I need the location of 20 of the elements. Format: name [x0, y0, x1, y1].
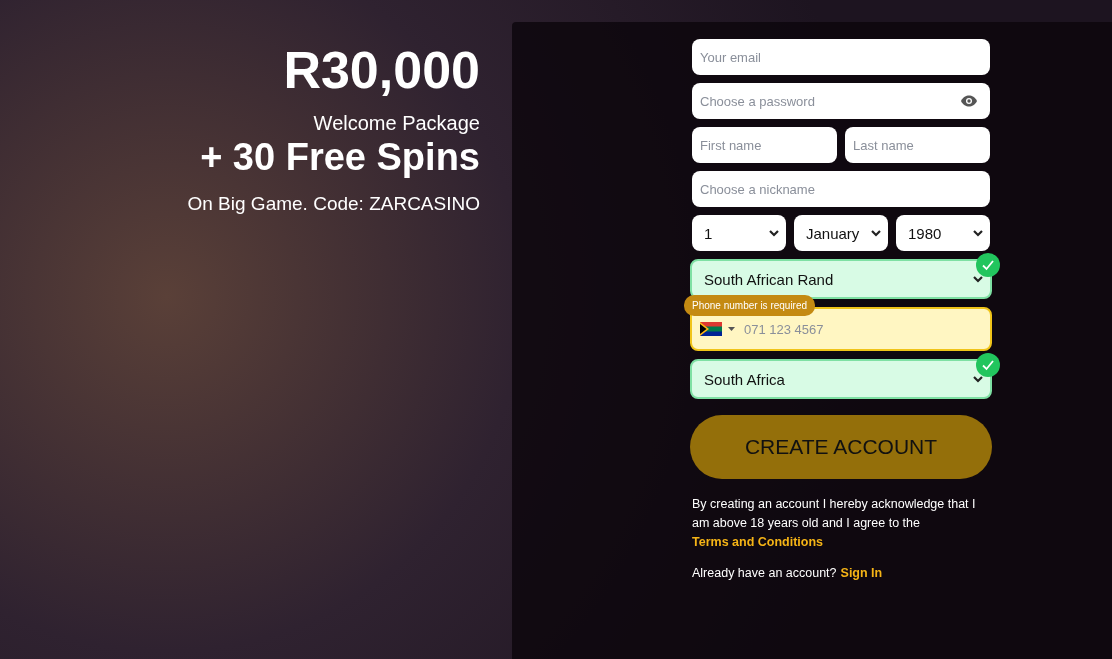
select-field[interactable]: South Africa: [690, 359, 992, 399]
terms-link[interactable]: Terms and Conditions: [692, 535, 824, 549]
input-field[interactable]: Last name: [845, 127, 990, 163]
promo-subtitle: Welcome Package: [313, 112, 480, 135]
signin-prompt: Already have an account?: [692, 566, 837, 580]
select-field[interactable]: South African Rand: [690, 259, 992, 299]
sign-in-link[interactable]: Sign In: [840, 566, 883, 580]
input-field[interactable]: Your email: [692, 39, 990, 75]
input-field[interactable]: First name: [692, 127, 837, 163]
error-tooltip: Phone number is required: [684, 295, 816, 316]
select-field[interactable]: 1980: [896, 215, 990, 251]
bonus-amount: R30,000: [283, 40, 480, 100]
select-field[interactable]: 1: [692, 215, 786, 251]
promo-code-text: On Big Game. Code: ZARCASINO: [187, 193, 480, 215]
password-field[interactable]: Choose a password: [692, 83, 990, 119]
terms-text: By creating an account I hereby acknowledge that I am above 18 years old and I agree to the Terms and Conditions: [692, 496, 977, 551]
promo-headline: + 30 Free Spins: [200, 135, 480, 179]
create-account-button[interactable]: CREATE ACCOUNT: [690, 415, 992, 479]
input-field[interactable]: Choose a nickname: [692, 171, 990, 207]
select-field[interactable]: January: [794, 215, 888, 251]
